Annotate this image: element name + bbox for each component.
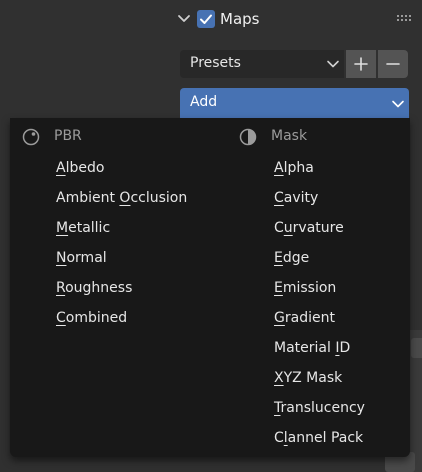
add-label: Add xyxy=(190,94,218,110)
chevron-down-icon xyxy=(327,60,339,68)
menu-item-gradient[interactable]: Gradient xyxy=(274,306,335,330)
column-header-label: Mask xyxy=(271,128,308,144)
plus-icon xyxy=(354,57,368,71)
mnemonic-letter: R xyxy=(56,280,66,296)
mnemonic-letter: l xyxy=(283,430,288,446)
mnemonic-letter: C xyxy=(56,310,66,326)
menu-item-combined[interactable]: Combined xyxy=(56,306,127,330)
menu-item-clannel-pack[interactable]: Clannel Pack xyxy=(274,426,363,450)
mnemonic-letter: E xyxy=(274,250,283,266)
background-field xyxy=(411,338,422,358)
menu-item-alpha[interactable]: Alpha xyxy=(274,156,314,180)
mnemonic-letter: N xyxy=(56,250,67,266)
menu-item-metallic[interactable]: Metallic xyxy=(56,216,110,240)
mnemonic-letter: T xyxy=(274,400,281,416)
minus-icon xyxy=(386,63,400,65)
add-map-dropdown[interactable]: Add xyxy=(180,88,409,118)
chevron-down-icon xyxy=(392,100,404,108)
presets-dropdown[interactable]: Presets xyxy=(180,50,344,78)
menu-item-edge[interactable]: Edge xyxy=(274,246,309,270)
menu-item-material-id[interactable]: Material ID xyxy=(274,336,350,360)
add-map-menu: PBR Mask Albedo Ambient Occlusion Metallic… xyxy=(10,118,410,457)
menu-item-roughness[interactable]: Roughness xyxy=(56,276,132,300)
column-header-label: PBR xyxy=(54,128,82,144)
checkmark-icon xyxy=(200,14,212,24)
menu-item-cavity[interactable]: Cavity xyxy=(274,186,318,210)
menu-item-translucency[interactable]: Translucency xyxy=(274,396,365,420)
mnemonic-letter: C xyxy=(274,190,284,206)
mnemonic-letter: A xyxy=(274,160,284,176)
mnemonic-letter: u xyxy=(283,220,293,236)
menu-item-emission[interactable]: Emission xyxy=(274,276,336,300)
panel-title: Maps xyxy=(220,10,260,28)
mnemonic-letter: X xyxy=(274,370,284,386)
chevron-down-icon[interactable] xyxy=(176,11,192,27)
drag-grip-icon[interactable] xyxy=(396,14,412,22)
mnemonic-letter: A xyxy=(56,160,66,176)
menu-item-xyz-mask[interactable]: XYZ Mask xyxy=(274,366,342,390)
pbr-sphere-icon xyxy=(22,128,40,146)
mnemonic-letter: O xyxy=(119,190,131,206)
menu-item-curvature[interactable]: Curvature xyxy=(274,216,344,240)
mnemonic-letter: I xyxy=(335,340,340,356)
remove-preset-button[interactable] xyxy=(378,50,408,78)
add-preset-button[interactable] xyxy=(346,50,376,78)
menu-item-normal[interactable]: Normal xyxy=(56,246,107,270)
menu-item-ambient-occlusion[interactable]: Ambient Occlusion xyxy=(56,186,187,210)
mnemonic-letter: M xyxy=(56,220,69,236)
maps-enabled-checkbox[interactable] xyxy=(197,10,215,28)
presets-label: Presets xyxy=(190,55,241,71)
menu-item-albedo[interactable]: Albedo xyxy=(56,156,104,180)
mnemonic-letter: E xyxy=(274,280,283,296)
mnemonic-letter: G xyxy=(274,310,285,326)
mask-sphere-icon xyxy=(239,128,257,146)
